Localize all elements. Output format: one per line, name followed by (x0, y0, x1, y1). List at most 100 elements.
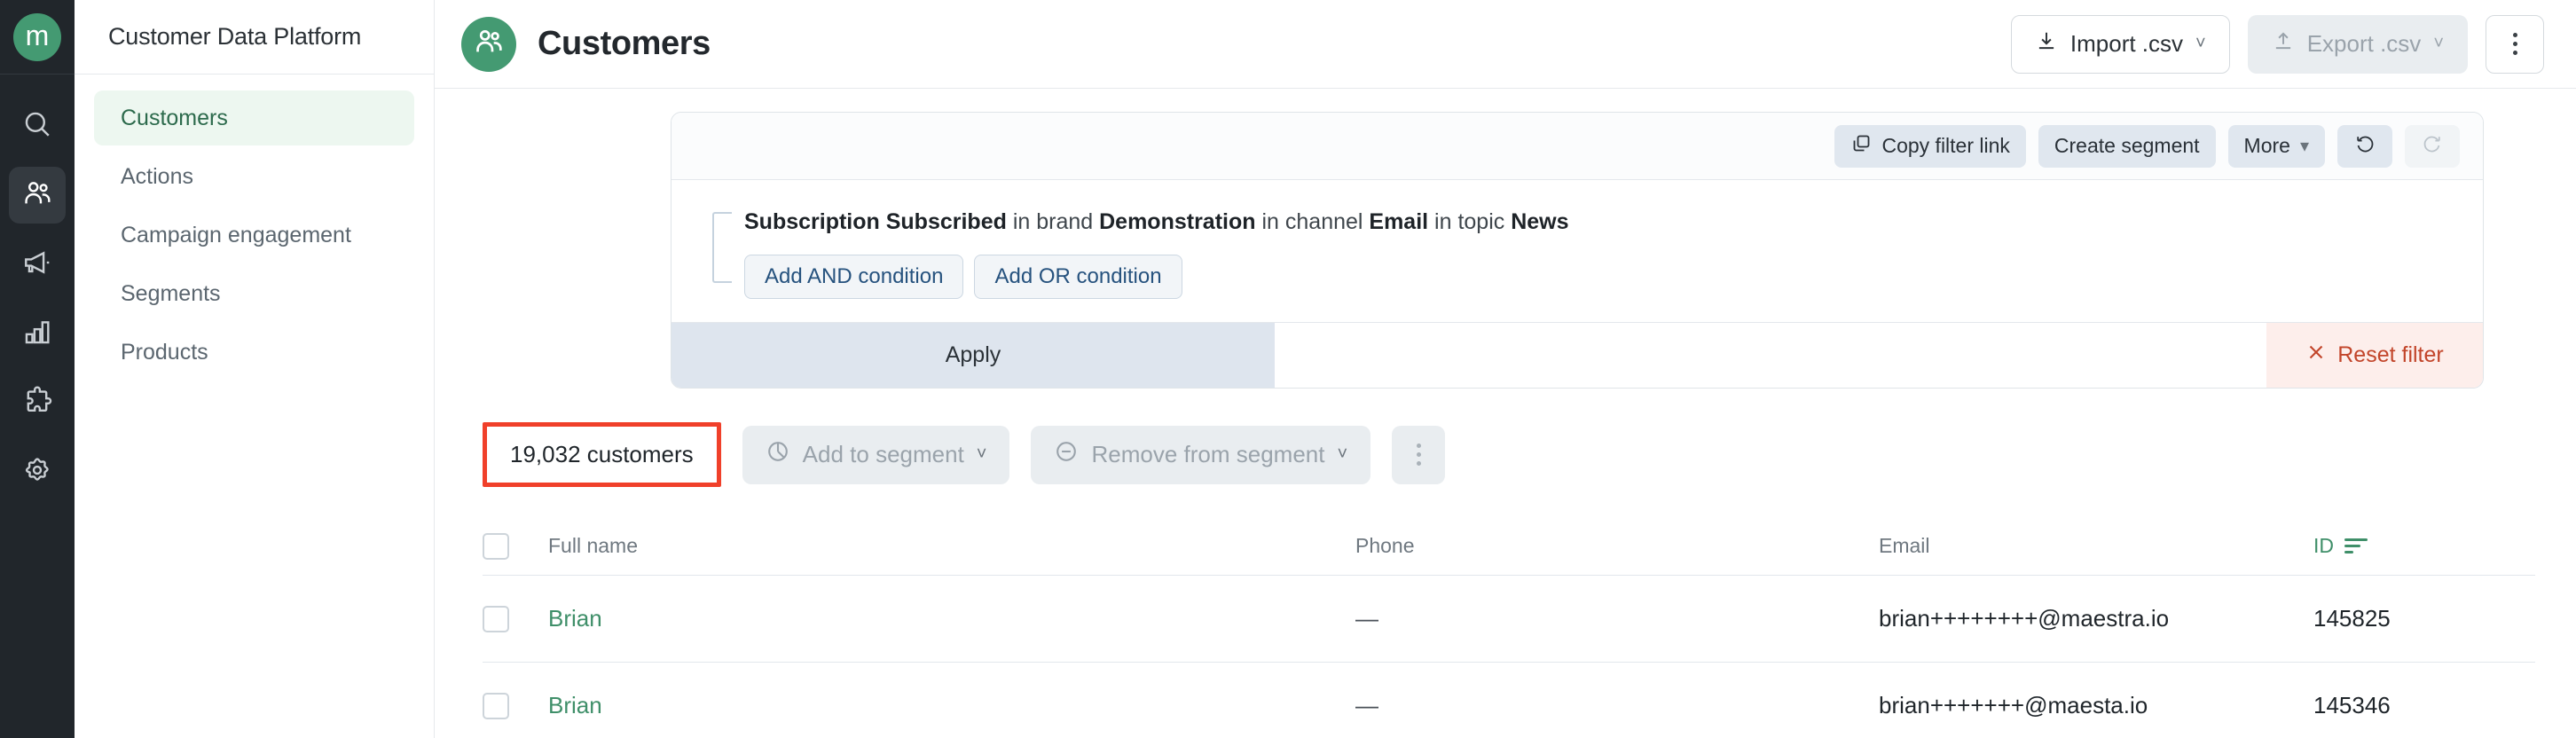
export-csv-button[interactable]: Export .csv ˅ (2247, 14, 2468, 74)
condition-bracket (712, 212, 732, 283)
row-select-cell[interactable] (483, 692, 548, 719)
sidebar-item-label: Products (121, 339, 208, 365)
filter-footer: Apply Reset filter (671, 322, 2483, 388)
rail-item-analytics[interactable] (9, 305, 66, 362)
create-segment-label: Create segment (2054, 134, 2200, 157)
reset-filter-label: Reset filter (2337, 342, 2444, 367)
condition-text[interactable]: Subscription Subscribed in brand Demonst… (744, 207, 1569, 235)
download-icon (2035, 29, 2058, 59)
apply-filter-label: Apply (945, 342, 1001, 367)
condition-connector-2: in channel (1255, 209, 1370, 234)
sidebar-item-products[interactable]: Products (94, 325, 414, 380)
megaphone-icon (22, 247, 52, 282)
add-to-segment-button[interactable]: Add to segment ˅ (742, 425, 1010, 484)
filter-panel: Copy filter link Create segment More ▾ S… (671, 112, 2484, 389)
minus-circle-icon (1054, 439, 1079, 470)
add-or-condition-button[interactable]: Add OR condition (974, 255, 1182, 299)
settings-icon (22, 455, 52, 490)
logo-mark: m (13, 12, 61, 61)
filter-toolbar: Copy filter link Create segment More ▾ (671, 113, 2483, 180)
cell-phone: — (1355, 605, 1378, 632)
sidebar-item-segments[interactable]: Segments (94, 266, 414, 321)
filter-redo-button[interactable] (2405, 124, 2460, 168)
filter-footer-spacer (1275, 323, 2266, 388)
cell-phone: — (1355, 692, 1378, 718)
condition-connector-1: in brand (1006, 209, 1100, 234)
column-header-phone[interactable]: Phone (1355, 534, 1879, 558)
copy-filter-link-button[interactable]: Copy filter link (1834, 124, 2026, 168)
search-icon (22, 109, 52, 144)
add-and-condition-button[interactable]: Add AND condition (744, 255, 964, 299)
condition-connector-3: in topic (1428, 209, 1512, 234)
import-csv-label: Import .csv (2069, 30, 2184, 57)
row-checkbox[interactable] (483, 692, 509, 719)
condition-brand-value: Demonstration (1099, 209, 1256, 234)
cell-full-name[interactable]: Brian (548, 605, 1355, 632)
customers-icon (22, 178, 52, 213)
kebab-vertical-icon (2512, 33, 2517, 55)
table-row[interactable]: Brian — brian+++++++@maesta.io 145346 (483, 663, 2535, 738)
sidebar-item-customers[interactable]: Customers (94, 90, 414, 145)
page-actions: Import .csv ˅ Export .csv ˅ (2010, 14, 2544, 74)
customer-count-badge: 19,032 customers (483, 422, 721, 487)
reset-filter-button[interactable]: Reset filter (2266, 323, 2483, 388)
brand-logo[interactable]: m (0, 0, 75, 75)
kebab-vertical-icon (1416, 444, 1421, 466)
undo-icon (2354, 133, 2376, 160)
add-to-segment-label: Add to segment (802, 441, 964, 467)
condition-subject: Subscription Subscribed (744, 209, 1007, 234)
row-checkbox[interactable] (483, 605, 509, 632)
rail-item-search[interactable] (9, 98, 66, 154)
rail-item-customers[interactable] (9, 167, 66, 224)
condition-column: Subscription Subscribed in brand Demonst… (732, 207, 1569, 299)
icon-rail: m (0, 0, 75, 738)
sidebar-item-label: Campaign engagement (121, 222, 351, 247)
export-csv-label: Export .csv (2306, 30, 2422, 57)
remove-from-segment-label: Remove from segment (1091, 441, 1325, 467)
rail-item-campaigns[interactable] (9, 236, 66, 293)
page-title: Customers (538, 25, 711, 62)
cell-email: brian++++++++@maestra.io (1879, 605, 2170, 632)
list-more-menu-button[interactable] (1392, 425, 1446, 484)
cell-full-name[interactable]: Brian (548, 692, 1355, 719)
select-all-cell[interactable] (483, 532, 548, 560)
chevron-down-icon: ˅ (1337, 444, 1348, 464)
select-all-checkbox[interactable] (483, 532, 509, 560)
chevron-down-icon: ˅ (2433, 34, 2444, 53)
condition-channel-value: Email (1369, 209, 1429, 234)
app-root: m Customer Data Platform Customers Actio… (0, 0, 2576, 738)
analytics-icon (22, 317, 52, 351)
sidebar-header: Customer Data Platform (75, 0, 434, 75)
table-header-row: Full name Phone Email ID (483, 517, 2535, 576)
create-segment-button[interactable]: Create segment (2038, 124, 2216, 168)
copy-icon (1850, 133, 1872, 160)
column-header-email[interactable]: Email (1879, 534, 2313, 558)
sidebar-item-actions[interactable]: Actions (94, 149, 414, 204)
filter-undo-button[interactable] (2337, 124, 2392, 168)
sidebar-item-campaign-engagement[interactable]: Campaign engagement (94, 208, 414, 263)
condition-buttons: Add AND condition Add OR condition (744, 255, 1569, 299)
column-header-id-label: ID (2313, 534, 2334, 557)
list-toolbar: 19,032 customers Add to segment ˅ Remove… (475, 422, 2535, 487)
main-area: Customers Import .csv ˅ Export .csv ˅ Co… (435, 0, 2576, 738)
remove-from-segment-button[interactable]: Remove from segment ˅ (1031, 425, 1371, 484)
page-content: Copy filter link Create segment More ▾ S… (435, 89, 2576, 738)
rail-item-integrations[interactable] (9, 374, 66, 431)
column-header-id[interactable]: ID (2313, 534, 2535, 558)
pie-chart-icon (766, 439, 790, 470)
sort-descending-icon (2344, 538, 2368, 554)
import-csv-button[interactable]: Import .csv ˅ (2010, 14, 2230, 74)
column-header-full-name[interactable]: Full name (548, 534, 1355, 558)
page-heading-group: Customers (461, 16, 711, 72)
apply-filter-button[interactable]: Apply (671, 323, 1275, 388)
rail-item-settings[interactable] (9, 444, 66, 500)
sidebar-nav-list: Customers Actions Campaign engagement Se… (75, 75, 434, 380)
condition-topic-value: News (1511, 209, 1569, 234)
customers-table: Full name Phone Email ID Brian — brian++… (475, 517, 2535, 738)
table-row[interactable]: Brian — brian++++++++@maestra.io 145825 (483, 576, 2535, 663)
row-select-cell[interactable] (483, 605, 548, 632)
page-more-menu-button[interactable] (2486, 14, 2544, 74)
condition-group: Subscription Subscribed in brand Demonst… (712, 207, 2483, 299)
redo-icon (2422, 133, 2443, 160)
filter-more-button[interactable]: More ▾ (2227, 124, 2325, 168)
